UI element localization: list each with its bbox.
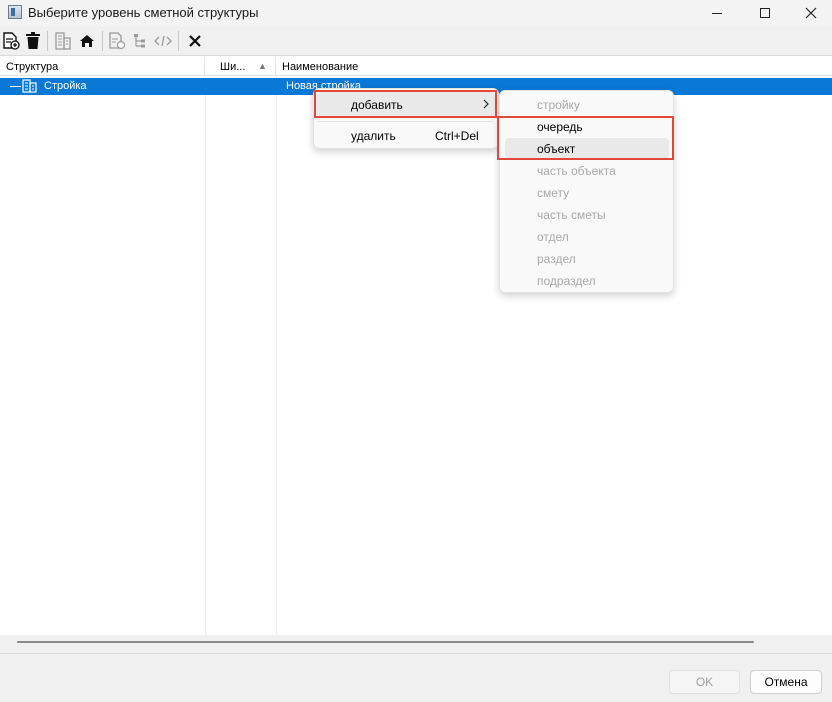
submenu-item-hover-bg (505, 138, 669, 159)
sort-ascending-icon: ▲ (258, 61, 267, 71)
menu-item-add-label: добавить (351, 98, 403, 112)
submenu-item-chast-smety: часть сметы (537, 208, 606, 222)
dialog-window: Выберите уровень сметной структуры Струк… (0, 0, 832, 702)
dialog-footer: OK Отмена (0, 653, 832, 702)
add-document-icon (3, 32, 20, 50)
context-menu: добавить удалить Ctrl+Del (313, 88, 499, 149)
tree-structure-button[interactable] (128, 30, 150, 52)
minimize-icon (712, 12, 722, 14)
maximize-icon (760, 8, 770, 18)
column-divider (276, 76, 277, 635)
ok-button[interactable]: OK (669, 670, 740, 694)
toolbar-separator (102, 31, 103, 51)
menu-separator (318, 121, 494, 122)
submenu-item-stroyku: стройку (537, 98, 580, 112)
column-header-width-label: Ши... (220, 61, 246, 73)
toolbar (0, 26, 832, 56)
cancel-x-button[interactable] (184, 30, 206, 52)
submenu-item-chast-obekta: часть объекта (537, 164, 616, 178)
window-title: Выберите уровень сметной структуры (28, 5, 259, 20)
menu-item-delete-label: удалить (351, 129, 396, 143)
title-bar: Выберите уровень сметной структуры (0, 0, 832, 26)
document-settings-icon (109, 32, 126, 50)
toolbar-separator (47, 31, 48, 51)
close-window-button[interactable] (788, 0, 832, 26)
house-icon (80, 35, 94, 47)
add-submenu: стройку очередь объект часть объекта сме… (499, 90, 674, 293)
house-button[interactable] (76, 30, 98, 52)
close-icon (805, 7, 817, 19)
cancel-button[interactable]: Отмена (750, 670, 822, 694)
building-button[interactable] (52, 30, 74, 52)
menu-item-add[interactable] (317, 92, 495, 118)
building-icon (55, 32, 71, 50)
chevron-right-icon (483, 99, 489, 109)
delete-button[interactable] (22, 30, 44, 52)
horizontal-scrollbar[interactable] (0, 635, 832, 653)
column-header-structure[interactable]: Структура (0, 57, 205, 76)
code-brackets-button[interactable] (152, 30, 174, 52)
menu-item-delete-shortcut: Ctrl+Del (435, 129, 479, 143)
row-structure-cell: Стройка (44, 80, 87, 92)
minimize-button[interactable] (694, 0, 740, 26)
toolbar-separator (178, 31, 179, 51)
scrollbar-thumb[interactable] (17, 641, 754, 643)
submenu-item-ochered[interactable]: очередь (537, 120, 583, 134)
submenu-item-smetu: смету (537, 186, 570, 200)
submenu-item-otdel: отдел (537, 230, 569, 244)
submenu-item-obekt[interactable]: объект (537, 142, 575, 156)
add-document-button[interactable] (0, 30, 22, 52)
code-brackets-icon (154, 35, 172, 47)
trash-icon (26, 32, 40, 49)
tree-connector (10, 86, 21, 87)
column-header-width[interactable]: Ши... ▲ (205, 57, 276, 76)
building-icon (22, 79, 37, 93)
column-divider (205, 76, 206, 635)
submenu-item-razdel: раздел (537, 252, 576, 266)
app-icon (8, 5, 22, 19)
column-header-name[interactable]: Наименование (276, 57, 832, 76)
close-x-icon (189, 35, 201, 47)
document-settings-button[interactable] (106, 30, 128, 52)
maximize-button[interactable] (742, 0, 788, 26)
tree-structure-icon (134, 34, 145, 48)
submenu-item-podrazdel: подраздел (537, 274, 596, 288)
